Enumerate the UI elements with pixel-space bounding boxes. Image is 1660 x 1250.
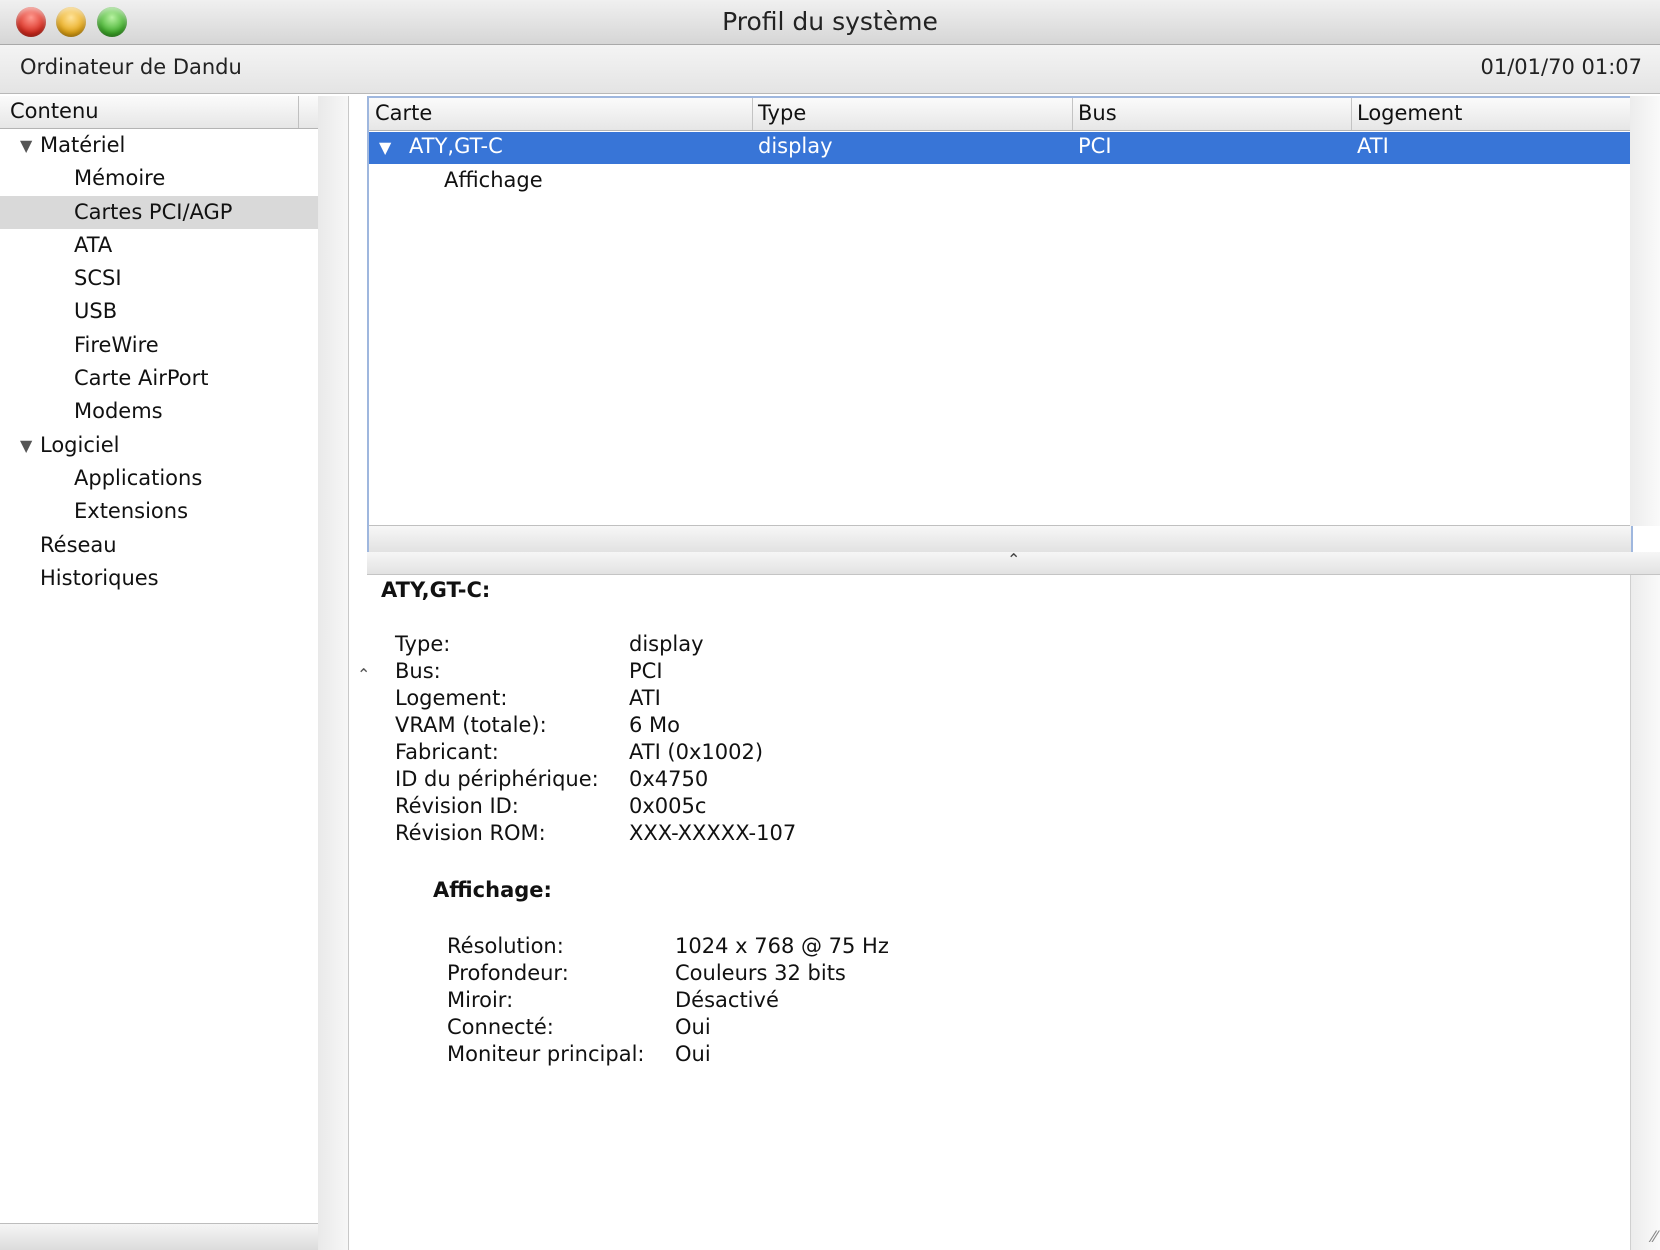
sidebar-item-label: Logiciel (40, 432, 120, 457)
contents-sidebar: Contenu ▼ Matériel Mémoire Cartes PCI/AG… (0, 96, 319, 1250)
sidebar-item-cartes-pci-agp[interactable]: Cartes PCI/AGP (0, 195, 318, 229)
pane-splitter[interactable]: ⌃ (367, 550, 1660, 575)
sidebar-item-memoire[interactable]: Mémoire (0, 162, 318, 195)
field-value: ATI (629, 686, 661, 710)
field-key: Connecté: (447, 1015, 554, 1039)
sidebar-list: ▼ Matériel Mémoire Cartes PCI/AGP ATA SC… (0, 129, 318, 595)
sidebar-item-label: Mémoire (74, 166, 166, 191)
sidebar-item-label: Réseau (40, 532, 117, 557)
sidebar-item-applications[interactable]: Applications (0, 462, 318, 495)
field-value: 1024 x 768 @ 75 Hz (675, 934, 889, 958)
sidebar-item-reseau[interactable]: Réseau (0, 529, 318, 562)
sidebar-item-logiciel[interactable]: ▼ Logiciel (0, 429, 318, 462)
field-value: ATI (0x1002) (629, 740, 764, 764)
sidebar-item-extensions[interactable]: Extensions (0, 495, 318, 528)
sidebar-item-label: Carte AirPort (74, 366, 209, 391)
field-key: VRAM (totale): (395, 713, 547, 737)
title-bar: Profil du système (0, 0, 1660, 45)
sidebar-item-label: ATA (74, 232, 113, 257)
pci-cards-table: Carte Type Bus Logement ▼ ATY,GT-C displ… (367, 96, 1633, 556)
cell-card: Affichage (444, 168, 543, 192)
disclosure-triangle-icon[interactable]: ▼ (20, 429, 32, 462)
details-vertical-scrollbar[interactable]: ⁄⁄ (1630, 575, 1660, 1250)
field-value: 0x005c (629, 794, 707, 818)
column-divider[interactable] (752, 98, 753, 130)
sidebar-item-label: Modems (74, 399, 163, 424)
chevron-up-icon[interactable]: ⌃ (1007, 550, 1020, 569)
column-header-type[interactable]: Type (758, 101, 806, 129)
cell-bus: PCI (1078, 134, 1112, 158)
table-row[interactable]: Affichage (444, 168, 543, 192)
sidebar-item-label: Extensions (74, 499, 189, 524)
details-title: ATY,GT-C: (381, 578, 491, 602)
field-key: Révision ID: (395, 794, 519, 818)
field-value: Oui (675, 1015, 711, 1039)
sidebar-item-modems[interactable]: Modems (0, 395, 318, 428)
info-bar: Ordinateur de Dandu 01/01/70 01:07 (0, 45, 1660, 94)
table-header: Carte Type Bus Logement (369, 98, 1631, 131)
field-value: Oui (675, 1042, 711, 1066)
header-corner (298, 96, 319, 128)
cell-slot: ATI (1357, 134, 1389, 158)
computer-name: Ordinateur de Dandu (20, 55, 242, 79)
field-value: 0x4750 (629, 767, 709, 791)
sidebar-vertical-scrollbar[interactable] (318, 96, 349, 1250)
sidebar-item-label: Cartes PCI/AGP (74, 199, 233, 224)
field-value: 6 Mo (629, 713, 681, 737)
table-row[interactable]: ▼ ATY,GT-C display PCI ATI (369, 132, 1631, 164)
field-key: Bus: (395, 659, 441, 683)
sidebar-item-label: FireWire (74, 332, 159, 357)
field-value: Couleurs 32 bits (675, 961, 846, 985)
sidebar-item-label: SCSI (74, 266, 122, 291)
field-key: Miroir: (447, 988, 514, 1012)
sidebar-item-label: Historiques (40, 565, 159, 590)
disclosure-triangle-icon[interactable]: ▼ (20, 129, 32, 162)
window-title: Profil du système (722, 7, 938, 36)
column-header-carte[interactable]: Carte (375, 101, 432, 129)
cell-type: display (758, 134, 833, 158)
field-value: PCI (629, 659, 663, 683)
disclosure-triangle-icon[interactable]: ▼ (379, 138, 391, 157)
field-key: Moniteur principal: (447, 1042, 645, 1066)
sidebar-item-materiel[interactable]: ▼ Matériel (0, 129, 318, 162)
sidebar-item-airport[interactable]: Carte AirPort (0, 362, 318, 395)
sidebar-item-historiques[interactable]: Historiques (0, 562, 318, 595)
sidebar-item-firewire[interactable]: FireWire (0, 329, 318, 362)
field-key: ID du périphérique: (395, 767, 599, 791)
table-horizontal-scrollbar[interactable] (369, 525, 1631, 554)
resize-grip-icon[interactable]: ⁄⁄ (1652, 1227, 1657, 1246)
table-vertical-scrollbar[interactable] (1630, 96, 1660, 526)
sidebar-item-scsi[interactable]: SCSI (0, 262, 318, 295)
sidebar-horizontal-scrollbar[interactable] (0, 1223, 318, 1250)
cell-card: ATY,GT-C (409, 134, 503, 158)
sidebar-item-label: Matériel (40, 133, 126, 157)
sidebar-header[interactable]: Contenu (0, 96, 318, 129)
field-key: Logement: (395, 686, 508, 710)
field-value: XXX-XXXXX-107 (629, 821, 797, 845)
field-value: Désactivé (675, 988, 779, 1012)
field-key: Révision ROM: (395, 821, 546, 845)
field-key: Résolution: (447, 934, 564, 958)
sidebar-item-label: Applications (74, 465, 203, 490)
sidebar-item-ata[interactable]: ATA (0, 229, 318, 262)
field-key: Profondeur: (447, 961, 569, 985)
field-key: Type: (395, 632, 451, 656)
details-pane: ATY,GT-C: Type: display Bus: PCI Logemen… (369, 575, 1629, 1250)
sidebar-item-usb[interactable]: USB (0, 295, 318, 328)
column-header-logement[interactable]: Logement (1357, 101, 1462, 129)
column-divider[interactable] (1351, 98, 1352, 130)
sidebar-header-label: Contenu (10, 99, 99, 123)
field-value: display (629, 632, 704, 656)
sidebar-item-label: USB (74, 299, 118, 324)
display-subtitle: Affichage: (433, 878, 552, 902)
column-divider[interactable] (1072, 98, 1073, 130)
column-header-bus[interactable]: Bus (1078, 101, 1117, 129)
field-key: Fabricant: (395, 740, 499, 764)
date-time: 01/01/70 01:07 (1480, 55, 1642, 79)
